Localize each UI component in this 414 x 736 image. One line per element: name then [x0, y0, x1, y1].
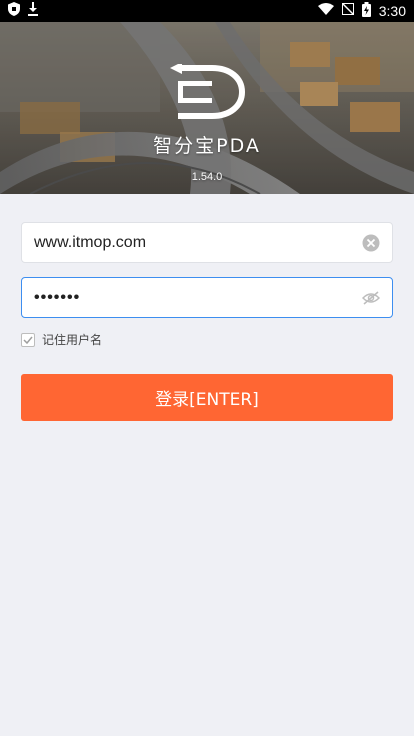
clear-icon[interactable]: [362, 234, 380, 252]
app-brand-name: 智分宝PDA: [153, 135, 261, 157]
status-bar: 3:30: [0, 0, 414, 22]
shield-icon: [8, 2, 20, 20]
login-button[interactable]: 登录[ENTER]: [21, 374, 393, 421]
download-icon: [28, 2, 38, 20]
wifi-icon: [317, 3, 334, 19]
no-signal-icon: [341, 2, 355, 19]
remember-label: 记住用户名: [42, 333, 103, 347]
password-value[interactable]: •••••••: [34, 289, 362, 307]
username-value[interactable]: www.itmop.com: [34, 234, 362, 252]
password-field[interactable]: •••••••: [21, 277, 393, 318]
status-time: 3:30: [378, 3, 406, 19]
login-screen: 3:30 智分宝PDA 1.54.0 www.itmop.com •••••••…: [0, 0, 414, 736]
remember-checkbox[interactable]: [21, 332, 35, 347]
battery-charging-icon: [361, 1, 371, 21]
username-field[interactable]: www.itmop.com: [21, 222, 393, 263]
check-icon: [23, 336, 33, 344]
app-version: 1.54.0: [191, 171, 223, 183]
remember-username[interactable]: 记住用户名: [21, 331, 102, 348]
brand-logo-icon: [170, 64, 246, 119]
eye-off-icon[interactable]: [362, 289, 380, 307]
hero-banner: 智分宝PDA 1.54.0: [0, 22, 414, 194]
